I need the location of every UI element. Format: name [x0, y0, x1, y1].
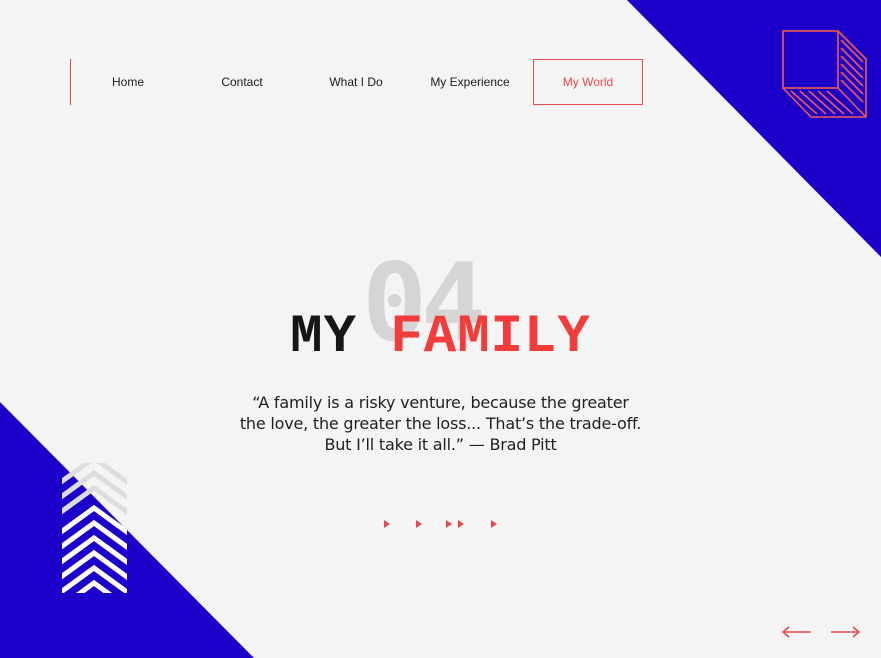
page: Home Contact What I Do My Experience My … — [0, 0, 881, 658]
play-triangle-icon[interactable] — [446, 520, 452, 528]
cube-outline-icon — [782, 30, 867, 118]
blue-triangle-top-right — [627, 0, 881, 257]
nav-item-home[interactable]: Home — [71, 59, 185, 105]
quote-line-3: But I’ll take it all.” — Brad Pitt — [324, 435, 557, 454]
play-triangle-icon[interactable] — [491, 520, 497, 528]
page-title-word-my: MY — [290, 307, 357, 368]
page-title-word-family: FAMILY — [390, 307, 591, 368]
quote-line-1: “A family is a risky venture, because th… — [252, 393, 629, 412]
chevron-stack-icon — [62, 463, 127, 593]
hero: 04 MY FAMILY — [0, 250, 881, 370]
arrow-left-icon[interactable] — [781, 624, 813, 640]
play-markers — [0, 520, 881, 532]
nav-item-what-i-do[interactable]: What I Do — [299, 59, 413, 105]
arrow-right-icon[interactable] — [829, 624, 861, 640]
play-triangle-icon[interactable] — [384, 520, 390, 528]
quote-line-2: the love, the greater the loss... That’s… — [239, 414, 642, 433]
nav-item-contact[interactable]: Contact — [185, 59, 299, 105]
carousel-arrows — [781, 624, 861, 640]
quote: “A family is a risky venture, because th… — [0, 392, 881, 455]
page-title: MY FAMILY — [0, 308, 881, 368]
nav-item-my-experience[interactable]: My Experience — [413, 59, 527, 105]
play-triangle-icon[interactable] — [416, 520, 422, 528]
main-nav: Home Contact What I Do My Experience My … — [70, 59, 643, 105]
nav-item-my-world[interactable]: My World — [533, 59, 643, 105]
play-triangle-icon[interactable] — [458, 520, 464, 528]
